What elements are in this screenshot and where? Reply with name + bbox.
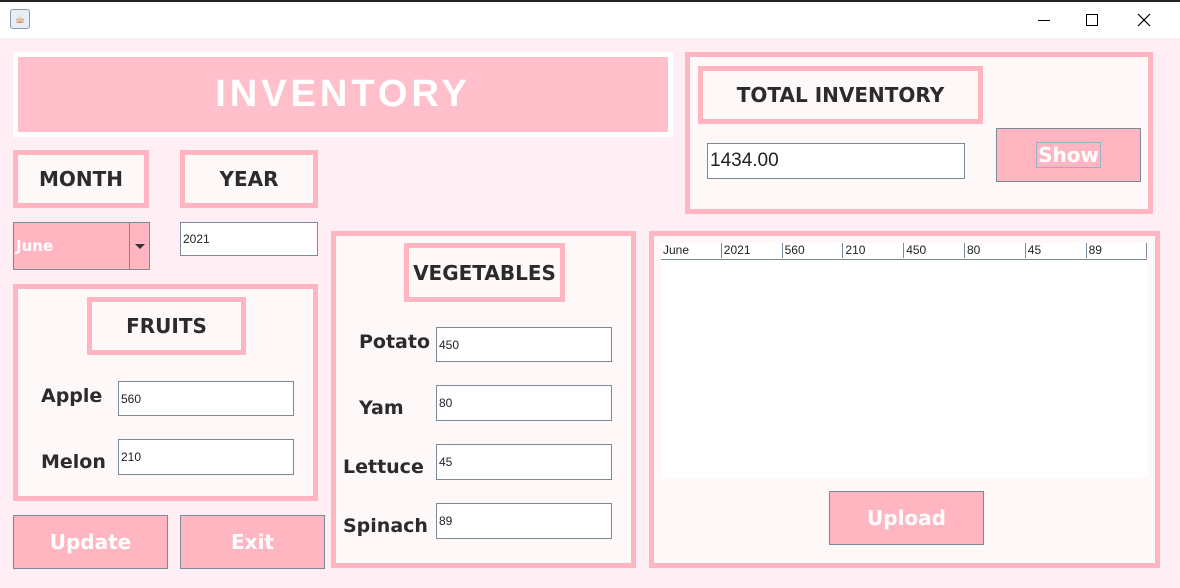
- potato-label: Potato: [359, 331, 431, 353]
- month-selected: June: [16, 237, 54, 255]
- year-label: YEAR: [180, 150, 318, 208]
- lettuce-label: Lettuce: [343, 456, 424, 478]
- lettuce-input[interactable]: 45: [436, 444, 612, 480]
- melon-label: Melon: [41, 451, 106, 473]
- java-icon: ☕: [10, 9, 30, 29]
- yam-input[interactable]: 80: [436, 385, 612, 421]
- show-label: Show: [1036, 142, 1101, 168]
- banner-title: INVENTORY: [18, 57, 668, 132]
- fruits-title: FRUITS: [87, 297, 246, 355]
- total-value[interactable]: 1434.00: [707, 143, 965, 179]
- table-column-header[interactable]: 80: [965, 243, 1026, 258]
- apple-input[interactable]: 560: [118, 381, 294, 416]
- potato-input[interactable]: 450: [436, 327, 612, 362]
- table-column-header[interactable]: June: [661, 243, 722, 258]
- exit-button[interactable]: Exit: [180, 515, 325, 569]
- banner: INVENTORY: [13, 52, 673, 137]
- total-title: TOTAL INVENTORY: [698, 66, 983, 124]
- table-column-header[interactable]: 210: [843, 243, 905, 258]
- year-input[interactable]: 2021: [180, 222, 318, 256]
- yam-label: Yam: [359, 397, 404, 419]
- spinach-label: Spinach: [343, 515, 428, 537]
- apple-label: Apple: [41, 385, 103, 407]
- spinach-input[interactable]: 89: [436, 503, 612, 539]
- table-column-header[interactable]: 89: [1087, 243, 1148, 258]
- table-column-header[interactable]: 560: [783, 243, 844, 258]
- vegetables-title: VEGETABLES: [404, 243, 565, 302]
- close-icon[interactable]: [1121, 2, 1167, 38]
- upload-button[interactable]: Upload: [829, 491, 984, 545]
- table-column-header[interactable]: 450: [904, 243, 965, 258]
- melon-input[interactable]: 210: [118, 439, 294, 475]
- title-bar: [0, 0, 1180, 38]
- maximize-icon[interactable]: [1069, 2, 1115, 38]
- minimize-icon[interactable]: [1021, 2, 1067, 38]
- table-column-header[interactable]: 2021: [722, 243, 783, 258]
- table-header: June 2021 560 210 450 80 45 89: [661, 243, 1148, 260]
- month-dropdown[interactable]: June: [13, 222, 150, 270]
- chevron-down-icon[interactable]: [129, 223, 149, 269]
- month-label: MONTH: [13, 150, 149, 208]
- update-button[interactable]: Update: [13, 515, 168, 569]
- show-button[interactable]: Show: [996, 128, 1141, 182]
- table-column-header[interactable]: 45: [1026, 243, 1087, 258]
- data-table[interactable]: June 2021 560 210 450 80 45 89: [661, 243, 1148, 478]
